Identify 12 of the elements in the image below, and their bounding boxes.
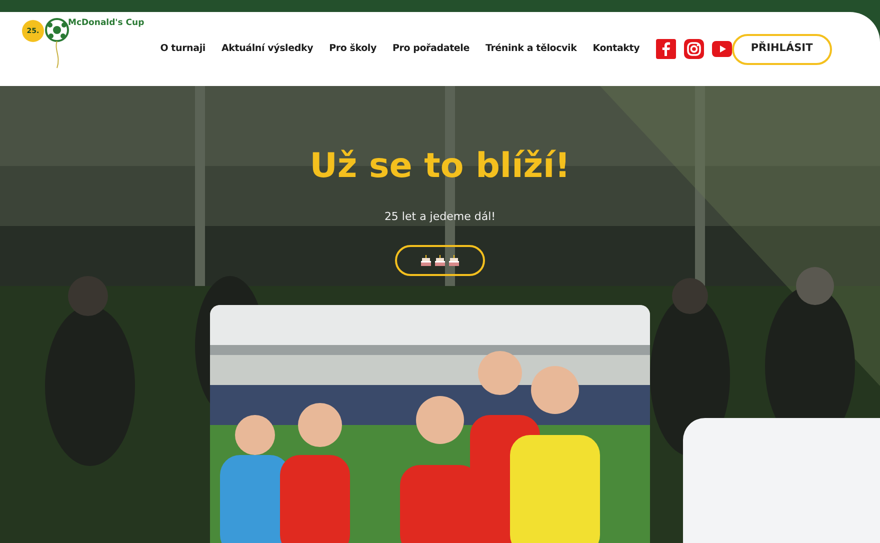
- youtube-icon[interactable]: [712, 39, 732, 59]
- nav-link[interactable]: Aktuální výsledky: [221, 42, 314, 56]
- facebook-icon[interactable]: [656, 39, 676, 59]
- football-balloon-icon: [44, 18, 70, 70]
- nav-link[interactable]: Pro školy: [329, 42, 376, 56]
- nav-link[interactable]: Kontakty: [592, 42, 640, 56]
- instagram-icon[interactable]: [684, 39, 704, 59]
- login-button[interactable]: PŘIHLÁSIT: [732, 34, 832, 64]
- nav-link[interactable]: O turnaji: [160, 42, 206, 56]
- logo-text: McDonald's Cup: [68, 19, 144, 29]
- nav-link[interactable]: Pro pořadatele: [392, 42, 470, 56]
- nav-link[interactable]: Trénink a tělocvik: [485, 42, 577, 56]
